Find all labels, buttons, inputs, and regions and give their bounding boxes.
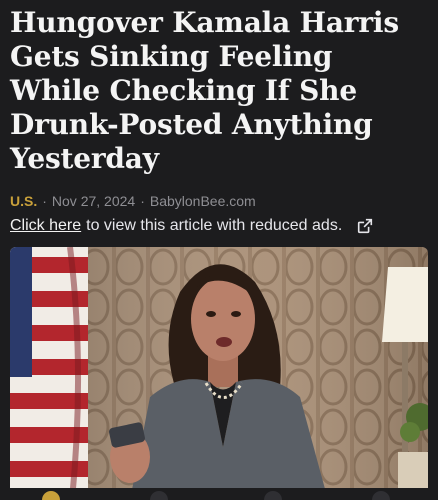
meta-separator: ·	[140, 193, 145, 209]
click-here-link[interactable]: Click here	[10, 217, 81, 235]
headline-line: Hungover Kamala Harris	[10, 6, 399, 39]
headline-line: Yesterday	[10, 142, 159, 175]
headline-line: Drunk-Posted Anything	[10, 108, 373, 141]
reduced-ads-banner: Click here to view this article with red…	[10, 217, 428, 235]
article-photo	[10, 247, 428, 500]
headline-line: While Checking If She	[10, 74, 357, 107]
external-link-icon[interactable]	[356, 217, 374, 235]
source-site: BabylonBee.com	[149, 193, 256, 209]
photo-illustration	[10, 247, 428, 500]
flag-graphic	[10, 247, 88, 500]
article-meta: U.S. · Nov 27, 2024 · BabylonBee.com	[10, 193, 256, 209]
headline-line: Gets Sinking Feeling	[10, 40, 333, 73]
category-link[interactable]: U.S.	[10, 193, 37, 209]
reduced-ads-text: to view this article with reduced ads.	[86, 217, 343, 234]
meta-separator: ·	[42, 193, 47, 209]
publish-date: Nov 27, 2024	[51, 193, 136, 209]
article-headline: Hungover Kamala Harris Gets Sinking Feel…	[10, 6, 428, 176]
